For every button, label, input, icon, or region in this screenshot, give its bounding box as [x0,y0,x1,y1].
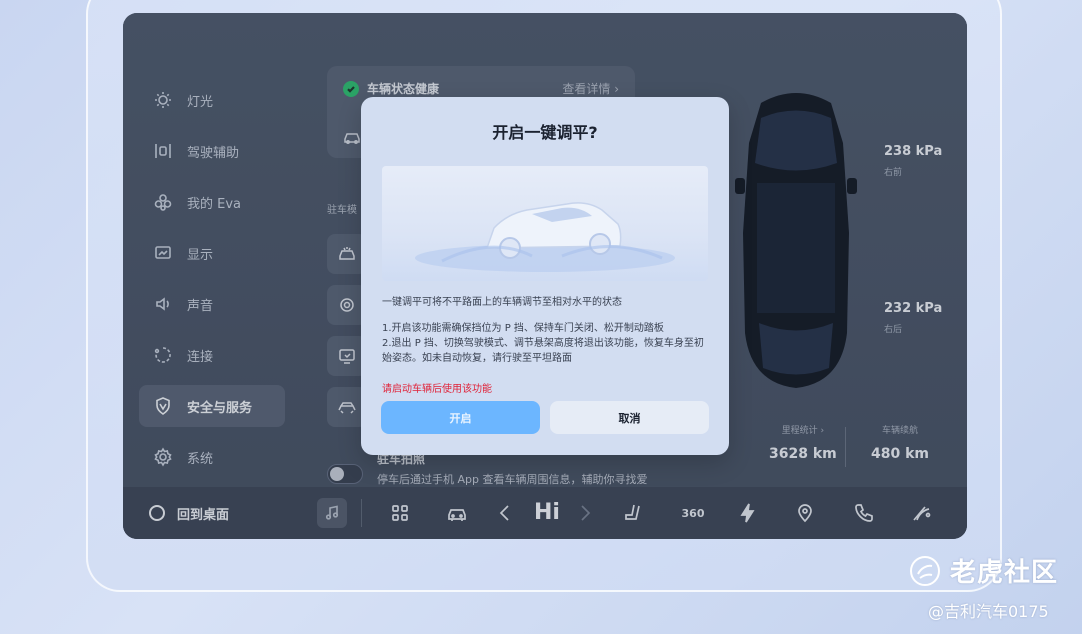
dialog-title: 开启一键调平? [492,123,598,142]
dialog-description: 一键调平可将不平路面上的车辆调节至相对水平的状态 [382,297,622,308]
tiger-community-logo-icon [910,555,940,586]
auto-level-dialog: 开启一键调平? 一键调平可将不平路面上的车辆调节至相对水平的状态 1.开启该功能… [361,97,729,455]
enable-button[interactable]: 开启 [381,401,540,434]
dialog-car-illustration [382,166,708,281]
watermark-logo: 老虎社区 [908,552,1058,589]
dialog-note-2: 2.退出 P 挡、切换驾驶模式、调节悬架高度将退出该功能，恢复车身至初始姿态。如… [382,338,704,364]
dialog-note-1: 1.开启该功能需确保挡位为 P 挡、保持车门关闭、松开制动踏板 [382,323,664,334]
dialog-notes: 1.开启该功能需确保挡位为 P 挡、保持车门关闭、松开制动踏板 2.退出 P 挡… [382,321,708,366]
dialog-warning: 请启动车辆后使用该功能 [382,384,492,395]
cancel-button[interactable]: 取消 [550,401,709,434]
watermark-brand: 老虎社区 [950,558,1059,588]
car-illustration-icon [415,202,675,272]
watermark-handle: @吉利汽车0175 [928,602,1049,621]
